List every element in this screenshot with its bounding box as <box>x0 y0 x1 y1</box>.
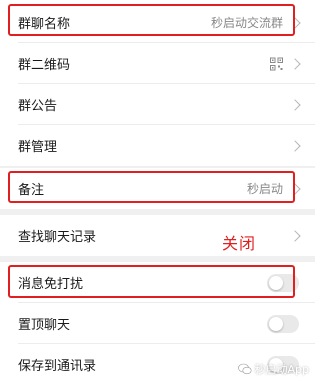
chevron-right-icon <box>289 229 301 242</box>
group-announcement-row[interactable]: 群公告 <box>0 84 315 125</box>
pin-chat-toggle[interactable] <box>267 314 299 333</box>
pin-chat-label: 置顶聊天 <box>18 318 71 333</box>
group-manage-row[interactable]: 群管理 <box>0 125 315 166</box>
highlight-box-group-name <box>8 4 295 36</box>
annotation-text: 关闭 <box>222 234 257 253</box>
chevron-right-icon <box>289 57 301 70</box>
group-announcement-label: 群公告 <box>18 99 58 114</box>
qr-code-icon <box>270 57 283 70</box>
group-qr-row[interactable]: 群二维码 <box>0 43 315 84</box>
search-history-row[interactable]: 查找聊天记录 <box>0 215 315 256</box>
highlight-box-mute <box>8 265 295 298</box>
group-qr-label: 群二维码 <box>18 58 71 73</box>
chevron-right-icon <box>289 98 301 111</box>
chevron-right-icon <box>289 139 301 152</box>
highlight-box-remark <box>8 171 295 203</box>
save-contacts-label: 保存到通讯录 <box>18 359 97 374</box>
group-manage-label: 群管理 <box>18 140 58 155</box>
search-history-label: 查找聊天记录 <box>18 230 97 245</box>
watermark-text: 秒启动App <box>254 363 310 376</box>
wechat-icon <box>237 363 251 375</box>
pin-chat-row: 置顶聊天 <box>0 303 315 344</box>
watermark: 秒启动App <box>237 361 310 377</box>
